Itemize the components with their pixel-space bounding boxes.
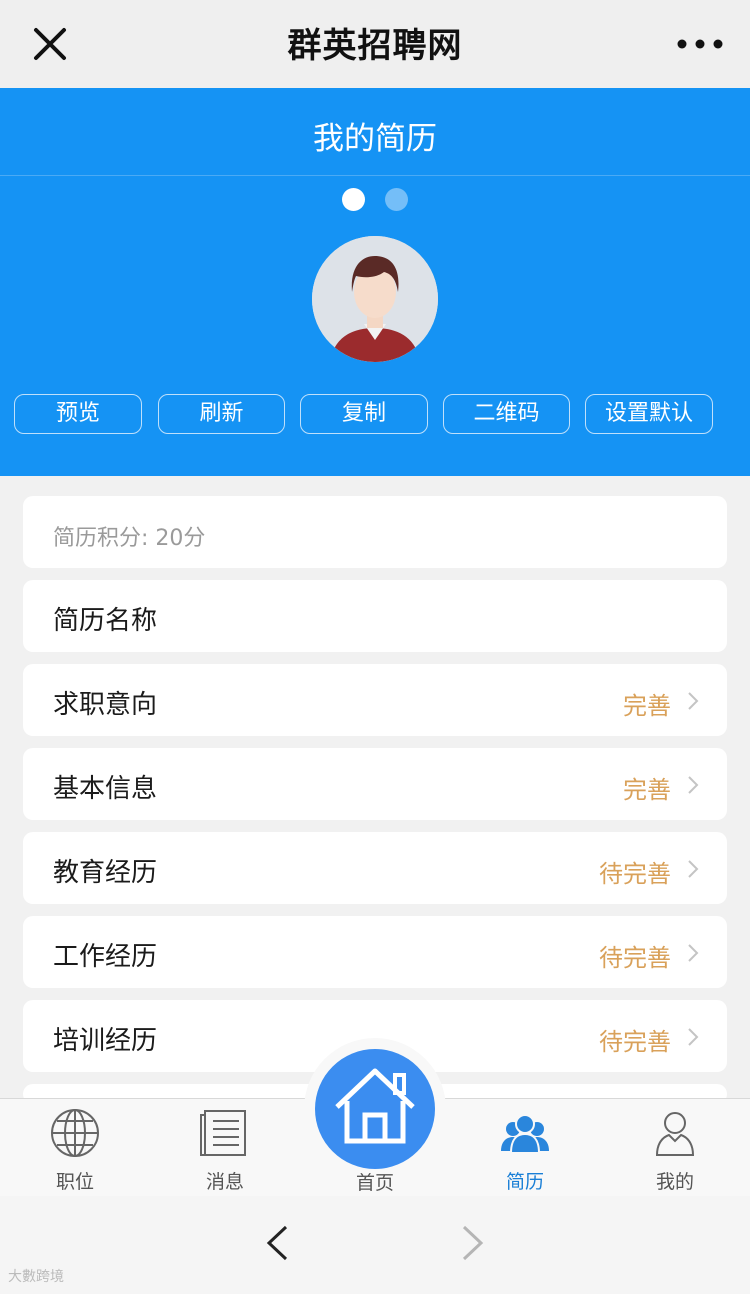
tab-mine[interactable]: 我的 [625,1099,725,1197]
chevron-left-icon[interactable] [264,1224,290,1262]
row-label: 培训经历 [53,1026,158,1056]
resume-header: 我的简历 预览 刷新 复制 二维码 设置默认 [0,88,750,476]
list-item-basic-info[interactable]: 基本信息 完善 [23,748,727,820]
more-icon[interactable] [676,34,724,54]
resume-score: 简历积分: 20分 [53,526,206,551]
row-status: 完善 [623,692,671,720]
qrcode-button[interactable]: 二维码 [443,394,570,434]
document-icon [200,1110,246,1156]
tab-jobs[interactable]: 职位 [25,1099,125,1197]
list-item-education[interactable]: 教育经历 待完善 [23,832,727,904]
row-status: 待完善 [599,860,671,888]
preview-button[interactable]: 预览 [14,394,142,434]
carousel-dot-active[interactable] [342,188,365,211]
tab-resume[interactable]: 简历 [475,1099,575,1197]
list-item-job-intention[interactable]: 求职意向 完善 [23,664,727,736]
avatar-illustration [312,236,438,362]
chevron-right-icon [688,692,699,710]
resume-actions: 预览 刷新 复制 二维码 设置默认 [14,394,736,434]
resume-score-card: 简历积分: 20分 [23,496,727,568]
browser-nav-bar: 大數跨境 [0,1196,750,1294]
home-button[interactable] [315,1049,435,1169]
avatar[interactable] [312,236,438,362]
row-status: 完善 [623,776,671,804]
chevron-right-icon[interactable] [460,1224,486,1262]
chevron-right-icon [688,944,699,962]
refresh-button[interactable]: 刷新 [158,394,285,434]
set-default-button[interactable]: 设置默认 [585,394,713,434]
row-label: 工作经历 [53,942,158,972]
chevron-right-icon [688,1028,699,1046]
row-status: 待完善 [599,1028,671,1056]
tab-label-home: 首页 [355,1172,394,1194]
globe-icon [51,1109,99,1157]
person-icon [655,1112,695,1156]
people-icon [501,1114,549,1154]
chevron-right-icon [688,776,699,794]
row-label: 教育经历 [53,858,158,888]
watermark: 大數跨境 [8,1269,64,1285]
row-label: 简历名称 [53,606,158,636]
tab-label: 我的 [655,1171,694,1193]
tab-messages[interactable]: 消息 [175,1099,275,1197]
list-item-resume-name[interactable]: 简历名称 [23,580,727,652]
app-title: 群英招聘网 [287,26,463,66]
home-icon [335,1068,415,1144]
tab-label: 简历 [505,1171,544,1193]
row-label: 基本信息 [53,774,158,804]
row-label: 求职意向 [53,690,158,720]
tab-label: 消息 [205,1171,244,1193]
list-item-work-experience[interactable]: 工作经历 待完善 [23,916,727,988]
copy-button[interactable]: 复制 [300,394,428,434]
top-bar: 群英招聘网 [0,0,750,88]
carousel-dot[interactable] [385,188,408,211]
header-divider [0,175,750,176]
chevron-right-icon [688,860,699,878]
page-title: 我的简历 [313,121,437,157]
row-status: 待完善 [599,944,671,972]
tab-label: 职位 [55,1171,94,1193]
